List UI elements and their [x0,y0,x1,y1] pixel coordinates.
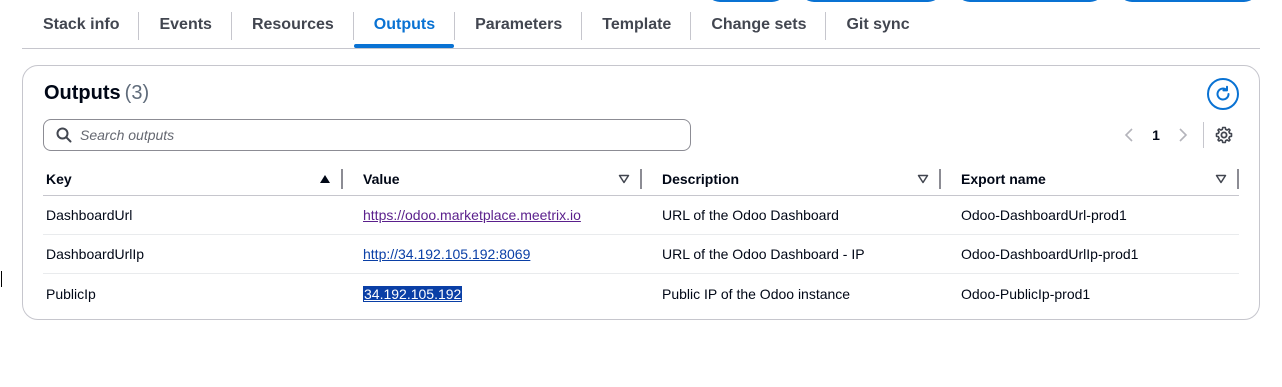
search-icon [56,127,72,143]
tab-label: Stack info [43,16,120,33]
chevron-left-icon [1124,128,1133,142]
outputs-count: (3) [124,82,150,104]
column-header-description[interactable]: Description [642,162,941,195]
table-row: DashboardUrl https://odoo.marketplace.me… [43,196,1239,235]
sort-ascending-icon [319,173,331,185]
cell-export-name: Odoo-PublicIp-prod1 [961,285,1091,302]
tab-label: Template [602,16,672,33]
tab-label: Parameters [475,16,563,33]
refresh-button[interactable] [1207,78,1239,110]
sort-icon [618,173,630,185]
value-link[interactable]: https://odoo.marketplace.meetrix.io [363,207,581,223]
chevron-right-icon [1179,128,1188,142]
refresh-icon [1216,85,1230,101]
pager-divider [1203,122,1204,148]
pagination: 1 [1119,122,1204,148]
search-input[interactable] [80,127,660,143]
tab-template[interactable]: Template [582,0,692,48]
table-row: DashboardUrlIp http://34.192.105.192:806… [43,235,1239,274]
table-row: PublicIp 34.192.105.192 Public IP of the… [43,274,1239,313]
outputs-panel: Outputs(3) 1 Key [22,65,1260,320]
column-label: Key [46,170,72,187]
tab-label: Events [159,16,212,33]
cell-key: DashboardUrlIp [46,246,145,262]
column-header-export-name[interactable]: Export name [941,162,1239,195]
tab-stack-info[interactable]: Stack info [22,0,140,48]
tab-label: Resources [251,16,334,33]
cell-description: URL of the Odoo Dashboard - IP [662,246,865,262]
next-page-button[interactable] [1173,122,1193,148]
tab-label: Change sets [711,16,807,33]
tab-git-sync[interactable]: Git sync [826,0,929,48]
column-header-key[interactable]: Key [43,162,343,195]
cell-export-name: Odoo-DashboardUrlIp-prod1 [961,246,1139,262]
column-label: Export name [961,170,1046,187]
cell-description: URL of the Odoo Dashboard [662,207,839,223]
cell-export-name: Odoo-DashboardUrl-prod1 [961,207,1127,223]
cell-key: DashboardUrl [46,207,133,223]
column-header-value[interactable]: Value [343,162,642,195]
stack-tabs: Stack info Events Resources Outputs Para… [22,0,1260,49]
column-label: Description [662,170,740,187]
cell-value: https://odoo.marketplace.meetrix.io [343,207,642,223]
sort-icon [917,173,929,185]
sort-icon [1215,173,1227,185]
previous-page-button[interactable] [1119,122,1139,148]
table-header: Key Value Description Export name [43,162,1239,196]
cell-value: 34.192.105.192 [343,285,642,302]
tab-parameters[interactable]: Parameters [455,0,583,48]
tab-resources[interactable]: Resources [232,0,354,48]
tab-label: Outputs [373,16,436,33]
outputs-title: Outputs [44,82,121,104]
cell-value: http://34.192.105.192:8069 [343,246,642,262]
preferences-button[interactable] [1213,124,1235,146]
search-box[interactable] [43,119,691,151]
tab-change-sets[interactable]: Change sets [691,0,827,48]
cell-key: PublicIp [46,285,96,302]
page-number-button[interactable]: 1 [1139,127,1173,143]
outputs-table: Key Value Description Export name Dashbo… [43,162,1239,313]
tab-outputs[interactable]: Outputs [353,0,456,48]
tab-events[interactable]: Events [139,0,232,48]
gear-icon [1215,126,1233,144]
page-title: Outputs (3) [44,82,149,105]
cell-description: Public IP of the Odoo instance [662,285,851,302]
value-link[interactable]: http://34.192.105.192:8069 [363,246,530,262]
selected-value-text[interactable]: 34.192.105.192 [363,285,463,302]
column-label: Value [363,170,400,187]
tab-label: Git sync [846,16,910,33]
text-cursor [1,271,2,287]
